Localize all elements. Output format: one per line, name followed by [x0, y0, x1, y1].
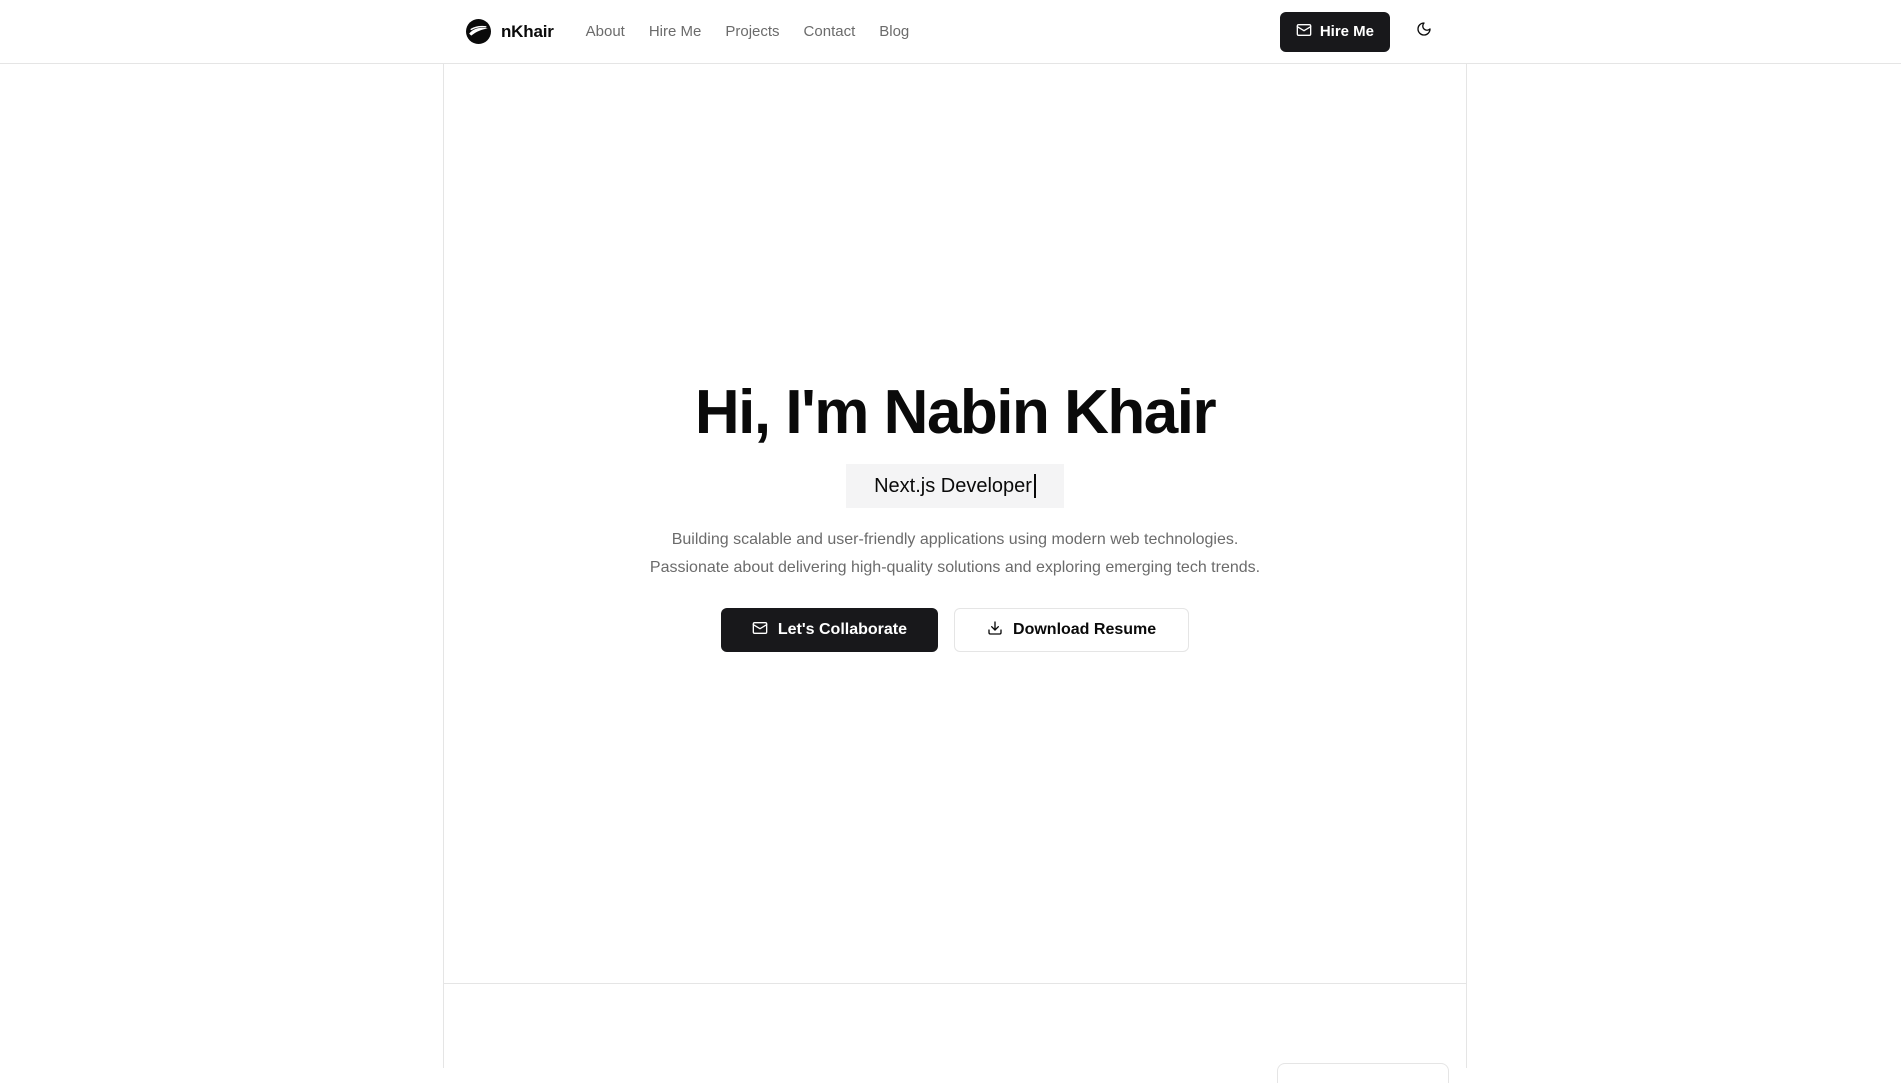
nav-link-blog[interactable]: Blog	[879, 23, 909, 40]
hero-description-line-1: Building scalable and user-friendly appl…	[671, 531, 1239, 548]
hero-description: Building scalable and user-friendly appl…	[650, 526, 1260, 582]
lets-collaborate-button[interactable]: Let's Collaborate	[720, 608, 939, 652]
download-resume-label: Download Resume	[1013, 621, 1157, 638]
download-resume-button[interactable]: Download Resume	[954, 608, 1190, 652]
moon-icon	[1416, 21, 1432, 42]
role-text: Next.js Developer	[874, 474, 1032, 497]
hero-section: Hi, I'm Nabin Khair Next.js Developer Bu…	[444, 64, 1466, 983]
top-navbar: nKhair About Hire Me Projects Contact Bl…	[0, 0, 1901, 64]
typing-cursor	[1033, 474, 1036, 498]
hero-title: Hi, I'm Nabin Khair	[694, 378, 1217, 447]
mail-icon	[752, 620, 768, 641]
theme-toggle-button[interactable]	[1412, 20, 1436, 44]
download-icon	[987, 620, 1003, 641]
hero-actions: Let's Collaborate Download Resume	[720, 608, 1190, 652]
hire-me-label: Hire Me	[1319, 23, 1374, 40]
logo-link[interactable]: nKhair	[466, 19, 554, 44]
next-section-card-edge	[1277, 1063, 1449, 1083]
section-divider	[444, 983, 1466, 984]
navbar-inner: nKhair About Hire Me Projects Contact Bl…	[466, 0, 1436, 63]
nav-right: Hire Me	[1279, 11, 1436, 52]
mail-icon	[1296, 22, 1312, 42]
hero-description-line-2: Passionate about delivering high-quality…	[649, 559, 1261, 576]
nav-link-projects[interactable]: Projects	[725, 23, 779, 40]
nav-link-contact[interactable]: Contact	[804, 23, 856, 40]
nav-links: About Hire Me Projects Contact Blog	[586, 23, 910, 40]
role-typewriter: Next.js Developer	[846, 464, 1064, 508]
nav-link-about[interactable]: About	[586, 23, 625, 40]
hire-me-button[interactable]: Hire Me	[1279, 11, 1390, 52]
lets-collaborate-label: Let's Collaborate	[777, 621, 908, 638]
main-frame: Hi, I'm Nabin Khair Next.js Developer Bu…	[443, 64, 1467, 1083]
swoosh-logo-icon	[466, 19, 491, 44]
nav-link-hire-me[interactable]: Hire Me	[649, 23, 702, 40]
logo-text: nKhair	[501, 21, 554, 41]
